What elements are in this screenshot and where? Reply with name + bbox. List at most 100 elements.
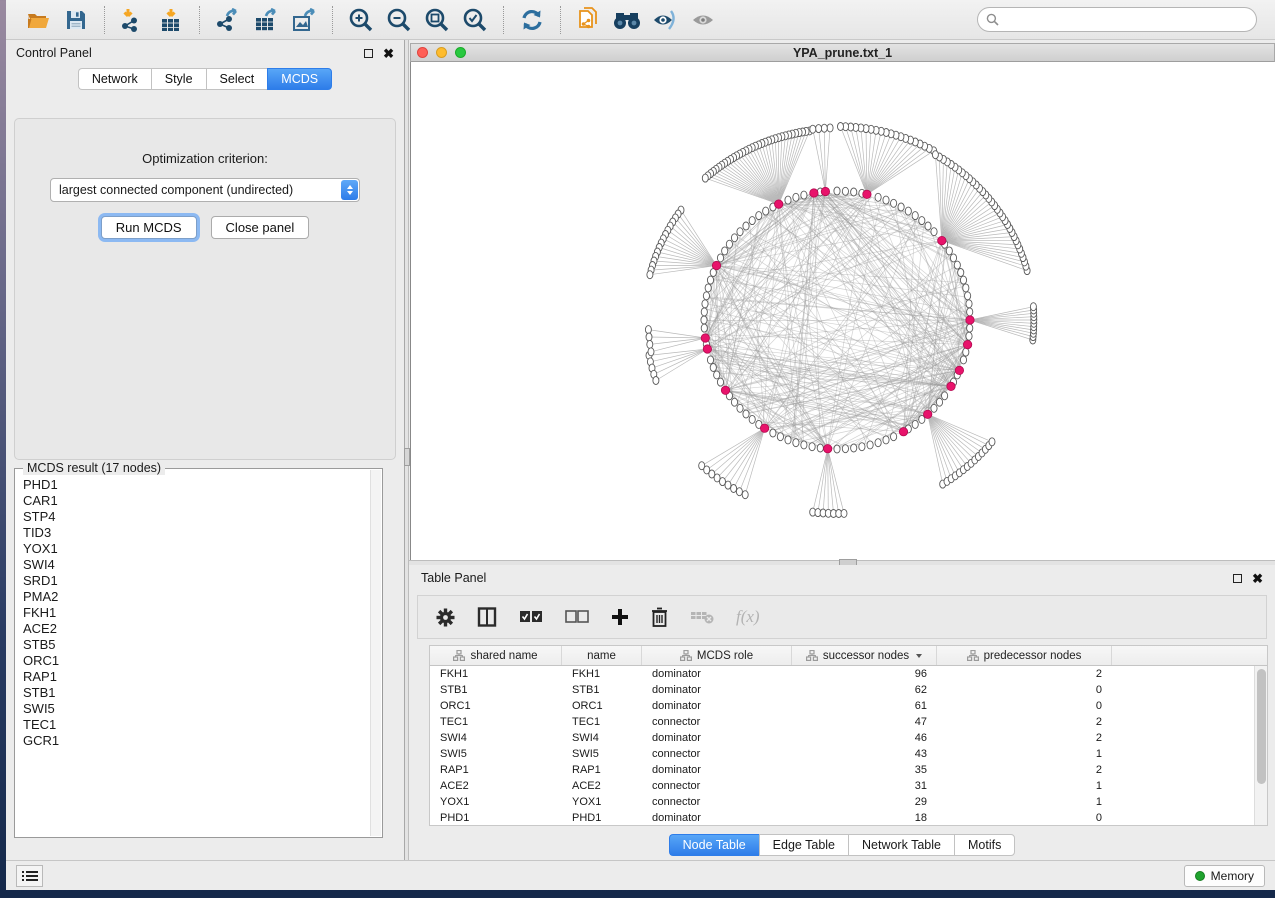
ring-node[interactable] — [731, 398, 737, 406]
ring-node[interactable] — [960, 276, 966, 284]
ring-node[interactable] — [701, 324, 707, 332]
ring-node[interactable] — [859, 443, 865, 451]
table-settings-button[interactable] — [436, 608, 455, 627]
mcds-result-item[interactable]: RAP1 — [23, 669, 370, 685]
ring-node[interactable] — [749, 217, 755, 225]
ring-node[interactable] — [714, 371, 720, 379]
import-table-button[interactable] — [155, 5, 187, 35]
ring-node[interactable] — [963, 348, 969, 356]
leaf-node[interactable] — [1030, 303, 1036, 311]
ring-node[interactable] — [777, 433, 783, 441]
table-row[interactable]: SWI4SWI4dominator462 — [430, 730, 1254, 746]
dominator-node[interactable] — [924, 410, 932, 418]
leaf-node[interactable] — [648, 348, 654, 356]
mcds-result-item[interactable]: PMA2 — [23, 589, 370, 605]
ring-node[interactable] — [963, 284, 969, 292]
ring-node[interactable] — [912, 420, 918, 428]
ring-node[interactable] — [763, 207, 769, 215]
first-neighbors-button[interactable] — [611, 5, 643, 35]
ring-node[interactable] — [717, 254, 723, 262]
mcds-result-item[interactable]: GCR1 — [23, 733, 370, 749]
ring-node[interactable] — [883, 436, 889, 444]
ring-node[interactable] — [912, 212, 918, 220]
dominator-node[interactable] — [863, 190, 871, 198]
table-row[interactable]: SWI5SWI5connector431 — [430, 746, 1254, 762]
ring-node[interactable] — [801, 191, 807, 199]
close-panel-icon[interactable]: ✖ — [1252, 572, 1263, 585]
ring-node[interactable] — [883, 196, 889, 204]
zoom-fit-button[interactable] — [421, 5, 453, 35]
float-panel-icon[interactable] — [364, 49, 373, 58]
column-header-shared-name[interactable]: shared name — [430, 646, 562, 665]
leaf-node[interactable] — [821, 124, 827, 132]
hide-selected-button[interactable] — [649, 5, 681, 35]
close-panel-icon[interactable]: ✖ — [383, 47, 394, 60]
ring-node[interactable] — [931, 228, 937, 236]
dominator-node[interactable] — [775, 200, 783, 208]
ring-node[interactable] — [965, 292, 971, 300]
mcds-result-item[interactable]: STB1 — [23, 685, 370, 701]
leaf-node[interactable] — [742, 491, 748, 499]
dominator-node[interactable] — [938, 236, 946, 244]
ring-node[interactable] — [749, 415, 755, 423]
select-all-button[interactable] — [519, 610, 543, 624]
leaf-node[interactable] — [646, 333, 652, 341]
create-column-button[interactable] — [611, 608, 629, 626]
ring-node[interactable] — [891, 433, 897, 441]
ring-node[interactable] — [919, 217, 925, 225]
ring-node[interactable] — [705, 284, 711, 292]
ring-node[interactable] — [875, 193, 881, 201]
leaf-node[interactable] — [736, 488, 742, 496]
table-row[interactable]: FKH1FKH1dominator962 — [430, 666, 1254, 682]
refresh-layout-button[interactable] — [516, 5, 548, 35]
mcds-result-item[interactable]: ORC1 — [23, 653, 370, 669]
dominator-node[interactable] — [899, 428, 907, 436]
ring-node[interactable] — [842, 187, 848, 195]
mcds-result-item[interactable]: CAR1 — [23, 493, 370, 509]
leaf-node[interactable] — [731, 485, 737, 493]
mcds-result-item[interactable]: PHD1 — [23, 477, 370, 493]
tab-select[interactable]: Select — [206, 68, 268, 90]
ring-node[interactable] — [793, 193, 799, 201]
export-network-button[interactable] — [212, 5, 244, 35]
table-row[interactable]: RAP1RAP1dominator352 — [430, 762, 1254, 778]
leaf-node[interactable] — [810, 125, 816, 133]
float-panel-icon[interactable] — [1233, 574, 1242, 583]
leaf-node[interactable] — [653, 377, 659, 385]
ring-node[interactable] — [702, 300, 708, 308]
ring-node[interactable] — [967, 308, 973, 316]
mcds-result-item[interactable]: TID3 — [23, 525, 370, 541]
show-all-button[interactable] — [687, 5, 719, 35]
scrollbar-thumb[interactable] — [1257, 669, 1266, 784]
ring-node[interactable] — [731, 234, 737, 242]
ring-node[interactable] — [801, 441, 807, 449]
ring-node[interactable] — [867, 441, 873, 449]
dominator-node[interactable] — [966, 316, 974, 324]
ring-node[interactable] — [785, 436, 791, 444]
mcds-result-item[interactable]: SWI5 — [23, 701, 370, 717]
ring-node[interactable] — [737, 404, 743, 412]
ring-node[interactable] — [701, 316, 707, 324]
ring-node[interactable] — [954, 261, 960, 269]
network-canvas[interactable] — [410, 62, 1275, 560]
network-search-box[interactable] — [977, 7, 1257, 32]
tab-edge-table[interactable]: Edge Table — [759, 834, 848, 856]
ring-node[interactable] — [925, 222, 931, 230]
function-builder-button[interactable]: f(x) — [736, 607, 760, 627]
ring-node[interactable] — [905, 207, 911, 215]
table-row[interactable]: PHD1PHD1dominator180 — [430, 810, 1254, 825]
mcds-result-item[interactable]: TEC1 — [23, 717, 370, 733]
leaf-node[interactable] — [989, 438, 995, 446]
leaf-node[interactable] — [816, 125, 822, 133]
mcds-result-item[interactable]: STB5 — [23, 637, 370, 653]
ring-node[interactable] — [743, 410, 749, 418]
ring-node[interactable] — [817, 444, 823, 452]
leaf-node[interactable] — [841, 509, 847, 517]
leaf-node[interactable] — [725, 481, 731, 489]
ring-node[interactable] — [931, 404, 937, 412]
ring-node[interactable] — [834, 445, 840, 453]
ring-node[interactable] — [891, 199, 897, 207]
column-header-predecessor-nodes[interactable]: predecessor nodes — [937, 646, 1112, 665]
memory-button[interactable]: Memory — [1184, 865, 1265, 887]
mcds-result-item[interactable]: FKH1 — [23, 605, 370, 621]
